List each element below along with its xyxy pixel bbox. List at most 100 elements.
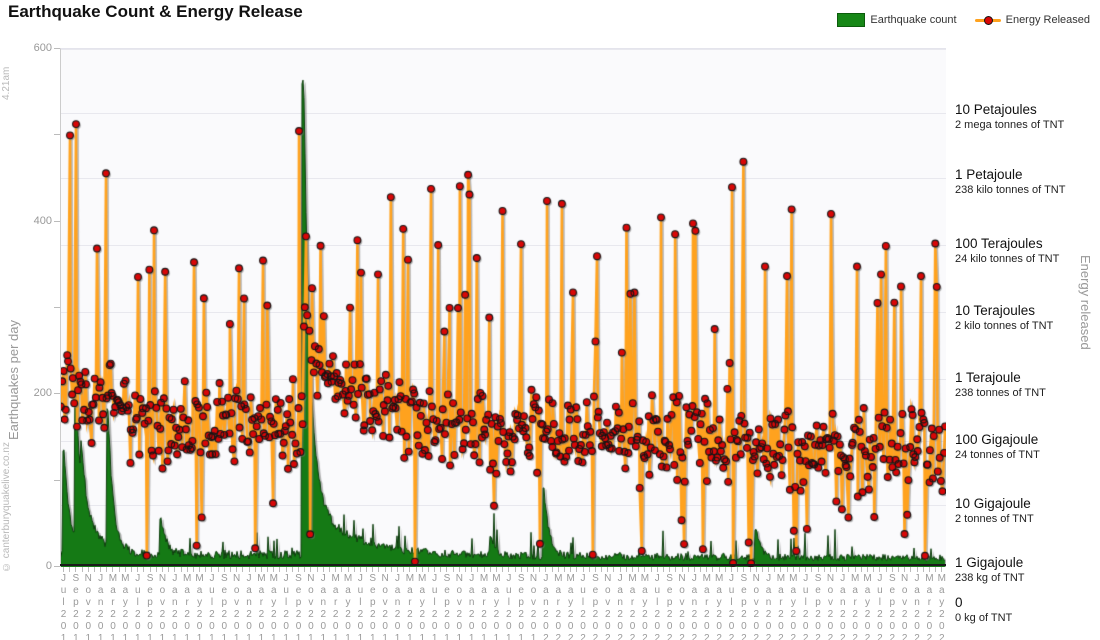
- x-axis-label: Jan2019: [466, 573, 477, 640]
- x-tick: [174, 567, 175, 572]
- x-tick: [428, 567, 429, 572]
- x-tick: [82, 567, 83, 572]
- x-axis-label: Mar2023: [775, 573, 786, 640]
- x-tick: [756, 567, 757, 572]
- x-tick: [626, 567, 627, 572]
- x-tick: [106, 567, 107, 572]
- x-tick: [941, 567, 942, 572]
- x-tick: [366, 567, 367, 572]
- x-tick: [917, 567, 918, 572]
- energy-level-label: 10 Terajoules2 kilo tonnes of TNT: [955, 303, 1095, 334]
- x-tick: [409, 567, 410, 572]
- x-tick: [502, 567, 503, 572]
- x-axis-label: Sep2017: [367, 573, 378, 640]
- x-axis-label: Sep2021: [664, 573, 675, 640]
- energy-level-main: 1 Terajoule: [955, 370, 1095, 386]
- energy-level-sub: 24 tonnes of TNT: [955, 448, 1095, 463]
- x-tick: [768, 567, 769, 572]
- energy-level-label: 1 Gigajoule238 kg of TNT: [955, 555, 1095, 586]
- x-axis-label: May2019: [491, 573, 502, 640]
- y-tick: [54, 480, 60, 481]
- x-axis-label: Sep2019: [516, 573, 527, 640]
- x-tick: [663, 567, 664, 572]
- x-tick: [156, 567, 157, 572]
- energy-level-sub: 0 kg of TNT: [955, 611, 1095, 626]
- x-tick: [372, 567, 373, 572]
- x-axis-label: Jan2022: [689, 573, 700, 640]
- x-tick: [181, 567, 182, 572]
- x-axis-label: Jan2015: [169, 573, 180, 640]
- x-axis-label: Nov2018: [454, 573, 465, 640]
- legend-item-earthquake-count[interactable]: Earthquake count: [837, 13, 956, 27]
- page-title: Earthquake Count & Energy Release: [8, 2, 303, 22]
- x-tick: [125, 567, 126, 572]
- x-axis-label: Mar2018: [404, 573, 415, 640]
- x-tick: [94, 567, 95, 572]
- x-tick: [348, 567, 349, 572]
- x-tick: [286, 567, 287, 572]
- x-tick: [515, 567, 516, 572]
- x-tick: [100, 567, 101, 572]
- x-tick: [360, 567, 361, 572]
- energy-level-main: 0: [955, 595, 1095, 611]
- x-axis-label: Jan2018: [392, 573, 403, 640]
- x-tick: [434, 567, 435, 572]
- x-tick: [675, 567, 676, 572]
- x-tick: [211, 567, 212, 572]
- x-axis-label: Jan2020: [540, 573, 551, 640]
- energy-level-label: 10 Gigajoule2 tonnes of TNT: [955, 496, 1095, 527]
- x-axis-label: Nov2017: [380, 573, 391, 640]
- x-axis-label: Sep2018: [441, 573, 452, 640]
- x-tick: [261, 567, 262, 572]
- x-axis-label: Jul2015: [206, 573, 217, 640]
- x-axis-label: Sep2014: [145, 573, 156, 640]
- x-axis-label: Nov2021: [677, 573, 688, 640]
- x-tick: [416, 567, 417, 572]
- x-tick: [440, 567, 441, 572]
- x-axis-label: Jul2023: [800, 573, 811, 640]
- legend-item-energy-released[interactable]: Energy Released: [975, 14, 1090, 26]
- x-tick: [527, 567, 528, 572]
- x-axis-label: Mar2020: [553, 573, 564, 640]
- chart-canvas[interactable]: [61, 49, 946, 567]
- x-tick: [929, 567, 930, 572]
- timestamp-watermark: 4.21am: [1, 36, 12, 100]
- x-tick: [354, 567, 355, 572]
- x-axis-label: Mar2021: [627, 573, 638, 640]
- x-tick: [601, 567, 602, 572]
- x-tick: [725, 567, 726, 572]
- energy-level-main: 100 Terajoules: [955, 236, 1095, 252]
- x-axis-label: Nov2013: [83, 573, 94, 640]
- x-tick: [310, 567, 311, 572]
- x-tick: [848, 567, 849, 572]
- x-tick: [490, 567, 491, 572]
- x-axis-label: Jul2017: [355, 573, 366, 640]
- x-tick: [397, 567, 398, 572]
- energy-level-label: 1 Petajoule238 kilo tonnes of TNT: [955, 167, 1095, 198]
- x-tick: [651, 567, 652, 572]
- x-tick: [112, 567, 113, 572]
- x-tick: [644, 567, 645, 572]
- x-tick: [613, 567, 614, 572]
- x-tick: [218, 567, 219, 572]
- x-tick: [224, 567, 225, 572]
- x-tick: [298, 567, 299, 572]
- x-tick: [892, 567, 893, 572]
- x-axis-label: Jul2018: [429, 573, 440, 640]
- x-tick: [539, 567, 540, 572]
- x-tick: [669, 567, 670, 572]
- x-axis-label: Jan2014: [95, 573, 106, 640]
- x-tick: [904, 567, 905, 572]
- x-tick: [836, 567, 837, 572]
- x-tick: [75, 567, 76, 572]
- x-tick: [193, 567, 194, 572]
- legend-label: Earthquake count: [870, 14, 956, 26]
- earthquake-chart-page: Earthquake Count & Energy Release Earthq…: [0, 0, 1100, 640]
- energy-level-main: 100 Gigajoule: [955, 432, 1095, 448]
- x-tick: [694, 567, 695, 572]
- left-axis-title: Earthquakes per day: [6, 180, 21, 440]
- x-tick: [731, 567, 732, 572]
- x-tick: [583, 567, 584, 572]
- x-axis-label: Sep2013: [70, 573, 81, 640]
- energy-level-main: 10 Petajoules: [955, 102, 1095, 118]
